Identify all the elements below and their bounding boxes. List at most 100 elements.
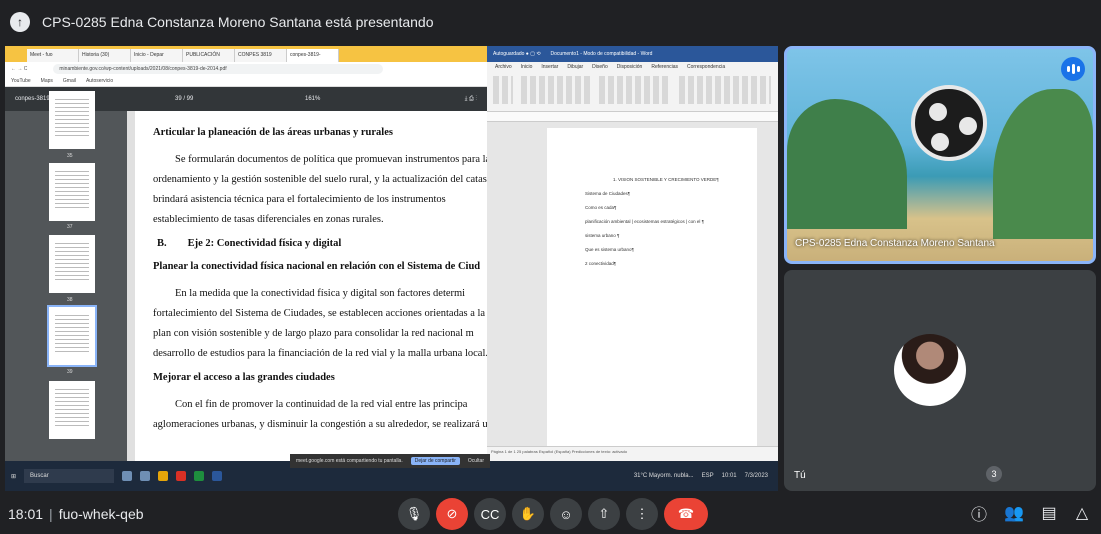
windows-start-icon[interactable]: ⊞: [11, 473, 16, 480]
chat-icon: ▤: [1041, 505, 1057, 522]
obs-logo-icon: [911, 85, 987, 161]
leave-call-button[interactable]: ☎: [664, 498, 708, 530]
download-icon[interactable]: ⤓ ⎙ ⋮: [465, 96, 477, 103]
pdf-line: Con el fin de promover la continuidad de…: [175, 399, 468, 410]
word-document-page[interactable]: 1. VISION SOSTENIBLE Y CRECIMIENTO VERDE…: [547, 128, 757, 461]
word-ruler: [487, 112, 778, 122]
word-menu-item[interactable]: Insertar: [541, 64, 558, 70]
pdf-scrollbar[interactable]: [127, 111, 135, 461]
pdf-zoom[interactable]: 161%: [305, 96, 465, 102]
word-menu-item[interactable]: Disposición: [617, 64, 643, 70]
thumbnail-number: 39: [67, 369, 73, 375]
autosave-toggle[interactable]: Autoguardado ● ▢ ⟲: [493, 51, 541, 57]
url-field[interactable]: minambiente.gov.co/wp-content/uploads/20…: [53, 64, 384, 74]
pdf-line: desarrollo de estudios para la financiac…: [153, 348, 487, 359]
microphone-button[interactable]: 🎙: [398, 498, 430, 530]
taskbar-date: 7/3/2023: [744, 473, 768, 479]
presenter-tile[interactable]: CPS-0285 Edna Constanza Moreno Santana: [784, 46, 1096, 264]
browser-tab[interactable]: PUBLICACIÓN: [183, 49, 235, 62]
word-window: Autoguardado ● ▢ ⟲ Documento1 - Modo de …: [487, 46, 778, 461]
taskbar-tray: 31°C Mayorm. nubla... ESP 10:01 7/3/2023: [634, 473, 778, 479]
word-menu-item[interactable]: Diseño: [592, 64, 608, 70]
info-icon: ⓘ: [970, 507, 987, 524]
weather-text: 31°C Mayorm. nubla...: [633, 473, 694, 479]
word-line: Como es cada¶: [585, 205, 617, 210]
pdf-thumbnail[interactable]: [49, 91, 95, 149]
present-icon: ⇧: [598, 506, 610, 521]
mic-icon: 🎙: [405, 506, 423, 521]
browser-tab[interactable]: Meet - fuo: [27, 49, 79, 62]
background-hill: [993, 89, 1093, 239]
bookmark-item[interactable]: Maps: [41, 78, 53, 84]
pdf-title: conpes-3819-de-2014.pdf: [15, 96, 175, 102]
speaking-indicator-icon: [1061, 57, 1085, 81]
browser-address-bar: ← → C minambiente.gov.co/wp-content/uplo…: [5, 62, 487, 76]
more-vert-icon: ⋮: [635, 506, 649, 521]
styles-group[interactable]: [679, 76, 771, 104]
chat-button[interactable]: ▤: [1038, 502, 1060, 524]
browser-tab[interactable]: Inicio - Depar: [131, 49, 183, 62]
captions-button[interactable]: CC: [474, 498, 506, 530]
taskbar-app-icon[interactable]: [158, 471, 169, 481]
pdf-thumbnail[interactable]: [49, 163, 95, 221]
bookmark-item[interactable]: Autoservicio: [86, 78, 113, 84]
taskbar-search[interactable]: Buscar: [24, 469, 115, 483]
more-options-button[interactable]: ⋮: [626, 498, 658, 530]
thumbnail-number: 37: [67, 224, 73, 230]
word-menu-item[interactable]: Dibujar: [567, 64, 583, 70]
camera-off-button[interactable]: ⊘: [436, 498, 468, 530]
word-doc-title: Documento1 - Modo de compatibilidad - Wo…: [550, 51, 653, 57]
emoji-icon: ☺: [559, 506, 573, 522]
share-notice-text: meet.google.com está compartiendo tu pan…: [296, 458, 403, 464]
word-line: 2 conectividad¶: [585, 261, 617, 266]
word-line: Sistema de Ciudades¶: [585, 191, 631, 196]
stop-sharing-button[interactable]: Dejar de compartir: [410, 457, 460, 465]
present-button[interactable]: ⇧: [588, 498, 620, 530]
thumbnail-number: 35: [67, 153, 73, 159]
browser-tab[interactable]: Historia (30): [79, 49, 131, 62]
word-line: planificación ambiental | ecosistemas es…: [585, 219, 705, 224]
paragraph-group[interactable]: [599, 76, 669, 104]
word-line: sistema urbano ¶: [585, 233, 620, 238]
pdf-line: ordenamiento y la gestión sostenible del…: [153, 174, 487, 185]
bookmark-item[interactable]: Gmail: [63, 78, 76, 84]
raise-hand-button[interactable]: ✋: [512, 498, 544, 530]
browser-tab[interactable]: CONPES 3819: [235, 49, 287, 62]
browser-tab-strip: Meet - fuo Historia (30) Inicio - Depar …: [5, 46, 487, 62]
word-menu-item[interactable]: Correspondencia: [687, 64, 725, 70]
meeting-details-button[interactable]: ⓘ: [968, 502, 990, 524]
present-to-all-icon: ↑: [10, 12, 30, 32]
pdf-thumbnail-panel: 35 37 38 39: [5, 91, 127, 461]
paste-icon[interactable]: [493, 76, 513, 104]
word-menu-item[interactable]: Archivo: [495, 64, 512, 70]
pdf-line: brindará asistencia técnica para el fort…: [153, 194, 446, 205]
taskbar-app-icon[interactable]: [194, 471, 205, 481]
taskbar-app-icon[interactable]: [212, 471, 223, 481]
thumbnail-number: 38: [67, 297, 73, 303]
pdf-line: aglomeraciones urbanas, y disminuir la c…: [153, 419, 487, 430]
taskbar-app-icon[interactable]: [176, 471, 187, 481]
nav-back-icon[interactable]: ← → C: [11, 66, 27, 72]
word-menu-item[interactable]: Referencias: [651, 64, 678, 70]
font-group[interactable]: [521, 76, 591, 104]
pdf-page-counter[interactable]: 39 / 99: [175, 96, 305, 102]
language-indicator: ESP: [701, 473, 714, 479]
people-button[interactable]: 👥: [1003, 502, 1025, 524]
pdf-thumbnail[interactable]: [49, 235, 95, 293]
word-menu-item[interactable]: Inicio: [521, 64, 533, 70]
browser-tab-active[interactable]: conpes-3819-: [287, 49, 339, 62]
self-tile[interactable]: Tú: [784, 270, 1096, 491]
reactions-button[interactable]: ☺: [550, 498, 582, 530]
pdf-line: Se formularán documentos de política que…: [175, 154, 487, 165]
taskbar-app-icon[interactable]: [122, 471, 133, 481]
bookmark-item[interactable]: YouTube: [11, 78, 31, 84]
pdf-thumbnail[interactable]: [49, 381, 95, 439]
presenting-text: CPS-0285 Edna Constanza Moreno Santana e…: [42, 14, 434, 30]
hide-notice-button[interactable]: Ocultar: [468, 458, 484, 464]
taskbar-app-icon[interactable]: [140, 471, 151, 481]
clock-time: 18:01: [8, 506, 44, 522]
activities-button[interactable]: △: [1071, 502, 1093, 524]
hang-up-icon: ☎: [677, 506, 695, 521]
word-ribbon: [487, 72, 778, 112]
pdf-thumbnail-selected[interactable]: [47, 305, 97, 367]
